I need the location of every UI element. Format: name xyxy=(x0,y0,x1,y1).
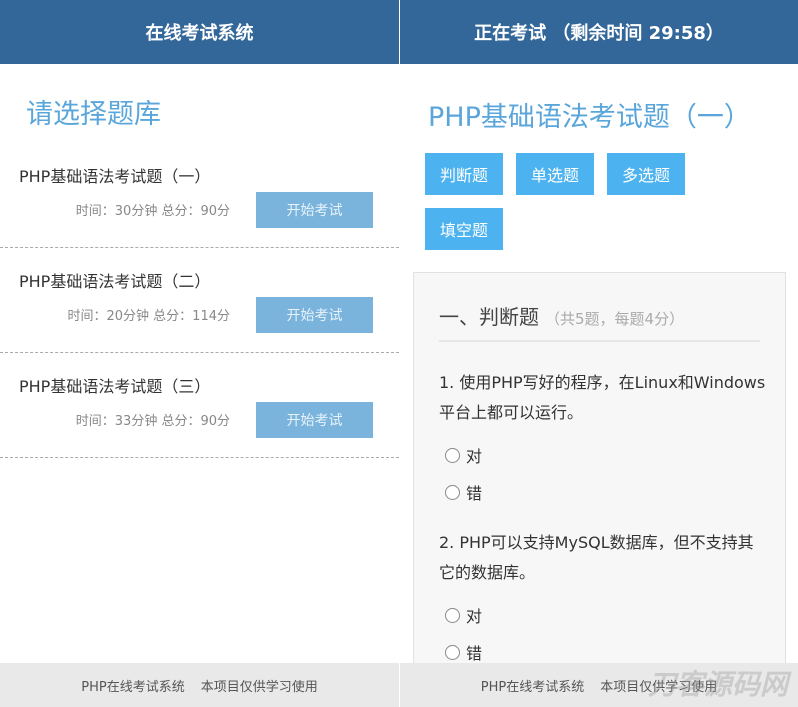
footer-name: PHP在线考试系统 xyxy=(480,679,585,695)
radio-button[interactable] xyxy=(445,447,460,463)
answer-option[interactable]: 对 xyxy=(445,603,482,627)
radio-button[interactable] xyxy=(445,644,460,660)
exam-title: PHP基础语法考试题（一） xyxy=(428,102,751,133)
answer-option[interactable]: 错 xyxy=(445,480,482,504)
section-title: 一、判断题 xyxy=(439,305,539,329)
exam-item: PHP基础语法考试题（二） 时间：20分钟 总分：114分 开始考试 xyxy=(0,248,399,353)
option-label: 对 xyxy=(466,607,483,626)
answer-option[interactable]: 对 xyxy=(445,443,482,467)
option-label: 错 xyxy=(466,644,483,663)
radio-button[interactable] xyxy=(445,607,460,623)
section-divider xyxy=(439,340,760,342)
question-text: 1. 使用PHP写好的程序，在Linux和Windows平台上都可以运行。 xyxy=(439,373,766,422)
page-title: 请选择题库 xyxy=(26,99,161,130)
watermark: 刀客源码网 xyxy=(647,668,788,701)
app-header: 在线考试系统 xyxy=(0,0,399,64)
exam-item: PHP基础语法考试题（一） 时间：30分钟 总分：90分 开始考试 xyxy=(0,143,399,248)
exam-name: PHP基础语法考试题（三） xyxy=(19,377,211,396)
question-card: 一、判断题 （共5题，每题4分） 1. 使用PHP写好的程序，在Linux和Win… xyxy=(413,272,786,707)
exam-list-screen: 在线考试系统 请选择题库 PHP基础语法考试题（一） 时间：30分钟 总分：90… xyxy=(0,0,399,707)
start-exam-button[interactable]: 开始考试 xyxy=(256,192,373,228)
option-label: 对 xyxy=(466,447,483,466)
footer-name: PHP在线考试系统 xyxy=(81,679,185,695)
answer-option[interactable]: 错 xyxy=(445,640,482,664)
exam-item: PHP基础语法考试题（三） 时间：33分钟 总分：90分 开始考试 xyxy=(0,353,399,458)
start-exam-button[interactable]: 开始考试 xyxy=(256,297,373,333)
option-label: 错 xyxy=(466,484,483,503)
exam-info: 时间：20分钟 总分：114分 xyxy=(67,309,231,324)
start-exam-button[interactable]: 开始考试 xyxy=(256,402,373,438)
exam-info: 时间：33分钟 总分：90分 xyxy=(75,414,230,429)
tab-true-false[interactable]: 判断题 xyxy=(425,153,503,195)
exam-name: PHP基础语法考试题（二） xyxy=(19,272,211,291)
exam-header: 正在考试 （剩余时间 29:58） xyxy=(400,0,798,64)
tab-multiple-choice[interactable]: 多选题 xyxy=(607,153,685,195)
exam-screen: 正在考试 （剩余时间 29:58） PHP基础语法考试题（一） 判断题 单选题 … xyxy=(400,0,798,707)
footer: PHP在线考试系统 本项目仅供学习使用 xyxy=(0,663,399,707)
exam-info: 时间：30分钟 总分：90分 xyxy=(75,204,230,219)
exam-name: PHP基础语法考试题（一） xyxy=(19,167,211,186)
question-text: 2. PHP可以支持MySQL数据库，但不支持其它的数据库。 xyxy=(439,533,754,582)
tab-single-choice[interactable]: 单选题 xyxy=(516,153,594,195)
section-heading: 一、判断题 （共5题，每题4分） xyxy=(439,301,684,330)
tab-fill-blank[interactable]: 填空题 xyxy=(425,208,503,250)
radio-button[interactable] xyxy=(445,484,460,500)
footer-note: 本项目仅供学习使用 xyxy=(200,679,318,695)
section-note: （共5题，每题4分） xyxy=(545,310,685,328)
